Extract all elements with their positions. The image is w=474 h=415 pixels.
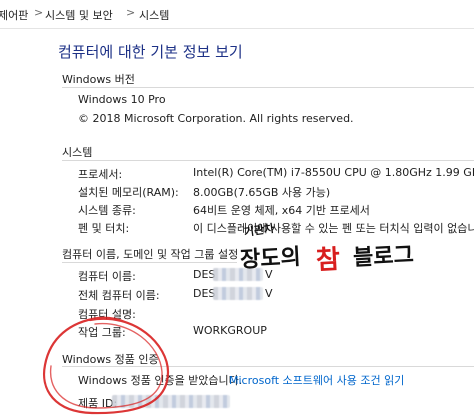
breadcrumb-system-security[interactable]: 시스템 및 보안 [45,7,113,23]
section-divider [62,262,237,263]
watermark-small-text: 기관차 [243,221,276,239]
full-computer-name-label: 전체 컴퓨터 이름: [78,289,160,302]
copyright-text: © 2018 Microsoft Corporation. All rights… [78,112,354,125]
processor-value: Intel(R) Core(TM) i7-8550U CPU @ 1.80GHz… [193,166,474,179]
processor-label: 프로세서: [78,168,123,181]
section-heading-windows-edition: Windows 버전 [62,73,135,86]
section-divider [62,87,474,88]
breadcrumb-separator-icon: > [126,6,136,19]
section-heading-computer-name: 컴퓨터 이름, 도메인 및 작업 그룹 설정 [62,248,239,261]
watermark-accent-text: 참 [315,244,341,276]
breadcrumb-system[interactable]: 시스템 [139,7,169,23]
watermark-main-text: 장도의 [239,243,302,273]
windows-edition-value: Windows 10 Pro [78,93,166,106]
memory-value: 8.00GB(7.65GB 사용 가능) [193,186,331,199]
workgroup-value: WORKGROUP [193,324,267,337]
page-title: 컴퓨터에 대한 기본 정보 보기 [58,43,243,61]
system-type-value: 64비트 운영 체제, x64 기반 프로세서 [193,204,370,217]
workgroup-label: 작업 그룹: [78,326,126,339]
watermark-tail-text: 블로그 [352,241,415,271]
section-divider [62,160,474,161]
breadcrumb-control-panel[interactable]: 제어판 [0,7,28,23]
section-divider [62,366,474,367]
pen-touch-label: 펜 및 터치: [78,222,130,235]
pen-touch-value: 이 디스플레이에 사용할 수 있는 펜 또는 터치식 입력이 없습니다. [193,222,474,235]
memory-label: 설치된 메모리(RAM): [78,186,179,199]
section-heading-activation: Windows 정품 인증 [62,353,159,366]
computer-name-label: 컴퓨터 이름: [78,270,136,283]
full-computer-name-value-suffix: V [265,287,273,300]
redacted-product-id [112,395,230,408]
redacted-full-computer-name [213,287,263,300]
section-heading-system: 시스템 [62,146,93,159]
breadcrumb: 제어판 > 시스템 및 보안 > 시스템 [0,0,474,29]
system-type-label: 시스템 종류: [78,204,136,217]
activation-status: Windows 정품 인증을 받았습니다. [78,374,243,387]
breadcrumb-separator-icon: > [34,6,44,19]
computer-description-label: 컴퓨터 설명: [78,308,136,321]
license-terms-link[interactable]: Microsoft 소프트웨어 사용 조건 읽기 [229,372,404,388]
